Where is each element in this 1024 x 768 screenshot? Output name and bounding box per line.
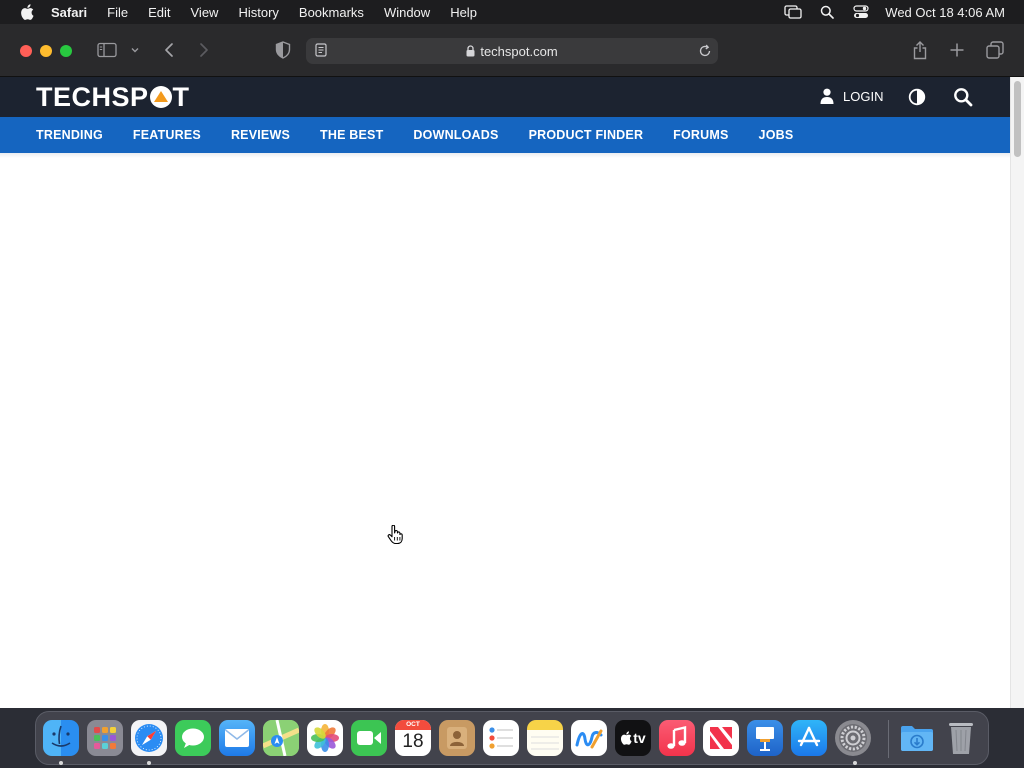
techspot-logo[interactable]: TECHSP T [36,81,190,113]
reminders-icon[interactable] [483,720,519,756]
safari-icon[interactable] [131,720,167,756]
share-icon[interactable] [912,39,928,61]
url-text[interactable]: techspot.com [480,44,557,59]
browser-toolbar: techspot.com [0,24,1024,77]
contacts-icon[interactable] [439,720,475,756]
photos-icon[interactable] [307,720,343,756]
nav-forums[interactable]: FORUMS [673,128,728,142]
forward-arrow-icon [198,39,210,61]
chevron-down-icon[interactable] [130,39,140,61]
calendar-icon[interactable]: OCT 18 [395,720,431,756]
menu-file[interactable]: File [107,5,128,20]
hand-pointer-cursor-icon [387,524,403,550]
finder-running-indicator [59,761,63,765]
calendar-day: 18 [402,731,424,752]
site-header: TECHSP T LOGIN [0,77,1010,117]
system-settings-icon[interactable] [835,720,871,756]
nav-features[interactable]: FEATURES [133,128,201,142]
nav-jobs[interactable]: JOBS [759,128,794,142]
menu-help[interactable]: Help [450,5,477,20]
fullscreen-window-button[interactable] [60,45,72,57]
menu-history[interactable]: History [238,5,278,20]
scrollbar-thumb[interactable] [1014,81,1021,157]
finder-icon[interactable] [43,720,79,756]
launchpad-icon[interactable] [87,720,123,756]
nav-product-finder[interactable]: PRODUCT FINDER [529,128,644,142]
user-icon [820,88,834,104]
screen-mirroring-icon[interactable] [783,4,803,20]
menu-bar: Safari File Edit View History Bookmarks … [0,0,1024,24]
login-button[interactable]: LOGIN [820,88,883,104]
messages-icon[interactable] [175,720,211,756]
nav-divider [0,153,1010,158]
freeform-icon[interactable] [571,720,607,756]
apple-tv-label: tv [633,730,646,746]
menu-edit[interactable]: Edit [148,5,170,20]
nav-downloads[interactable]: DOWNLOADS [413,128,498,142]
minimize-window-button[interactable] [40,45,52,57]
address-bar[interactable]: techspot.com [306,38,718,64]
apple-menu-icon[interactable] [17,2,37,22]
lock-icon [466,45,475,57]
desktop-dock-area: OCT 18 tv [0,708,1024,768]
nav-trending[interactable]: TRENDING [36,128,103,142]
notes-icon[interactable] [527,720,563,756]
web-page: TECHSP T LOGIN TRENDING FEATURES REVIEWS … [0,77,1010,708]
menu-view[interactable]: View [191,5,219,20]
reload-icon[interactable] [698,44,712,63]
facetime-icon[interactable] [351,720,387,756]
safari-window: techspot.com TECHSP T LOGIN TRENDING FEA… [0,24,1024,708]
trash-icon[interactable] [943,720,979,756]
maps-icon[interactable] [263,720,299,756]
privacy-shield-icon[interactable] [275,39,291,61]
site-search-icon[interactable] [953,87,973,107]
dark-mode-toggle-icon[interactable] [908,88,926,106]
site-navigation: TRENDING FEATURES REVIEWS THE BEST DOWNL… [0,117,1010,153]
logo-text-end: T [172,81,190,112]
new-tab-icon[interactable] [949,39,965,61]
tab-overview-icon[interactable] [986,39,1004,61]
close-window-button[interactable] [20,45,32,57]
dock-separator [888,720,889,758]
apple-tv-icon[interactable]: tv [615,720,651,756]
menu-bookmarks[interactable]: Bookmarks [299,5,364,20]
control-center-icon[interactable] [851,4,871,20]
menu-window[interactable]: Window [384,5,430,20]
settings-running-indicator [853,761,857,765]
downloads-folder-icon[interactable] [899,720,935,756]
menu-app-name[interactable]: Safari [51,5,87,20]
sidebar-toggle-icon[interactable] [97,39,117,61]
keynote-icon[interactable] [747,720,783,756]
news-icon[interactable] [703,720,739,756]
nav-the-best[interactable]: THE BEST [320,128,383,142]
nav-reviews[interactable]: REVIEWS [231,128,290,142]
logo-text: TECHSP [36,81,149,112]
dock: OCT 18 tv [35,711,989,765]
spotlight-search-icon[interactable] [817,4,837,20]
app-store-icon[interactable] [791,720,827,756]
page-scrollbar[interactable] [1010,77,1024,708]
safari-running-indicator [147,761,151,765]
mail-icon[interactable] [219,720,255,756]
calendar-month: OCT [395,720,431,730]
login-label: LOGIN [843,88,884,104]
menu-bar-clock[interactable]: Wed Oct 18 4:06 AM [885,5,1005,20]
music-icon[interactable] [659,720,695,756]
logo-triangle-icon [149,86,172,108]
back-arrow-icon[interactable] [163,39,175,61]
